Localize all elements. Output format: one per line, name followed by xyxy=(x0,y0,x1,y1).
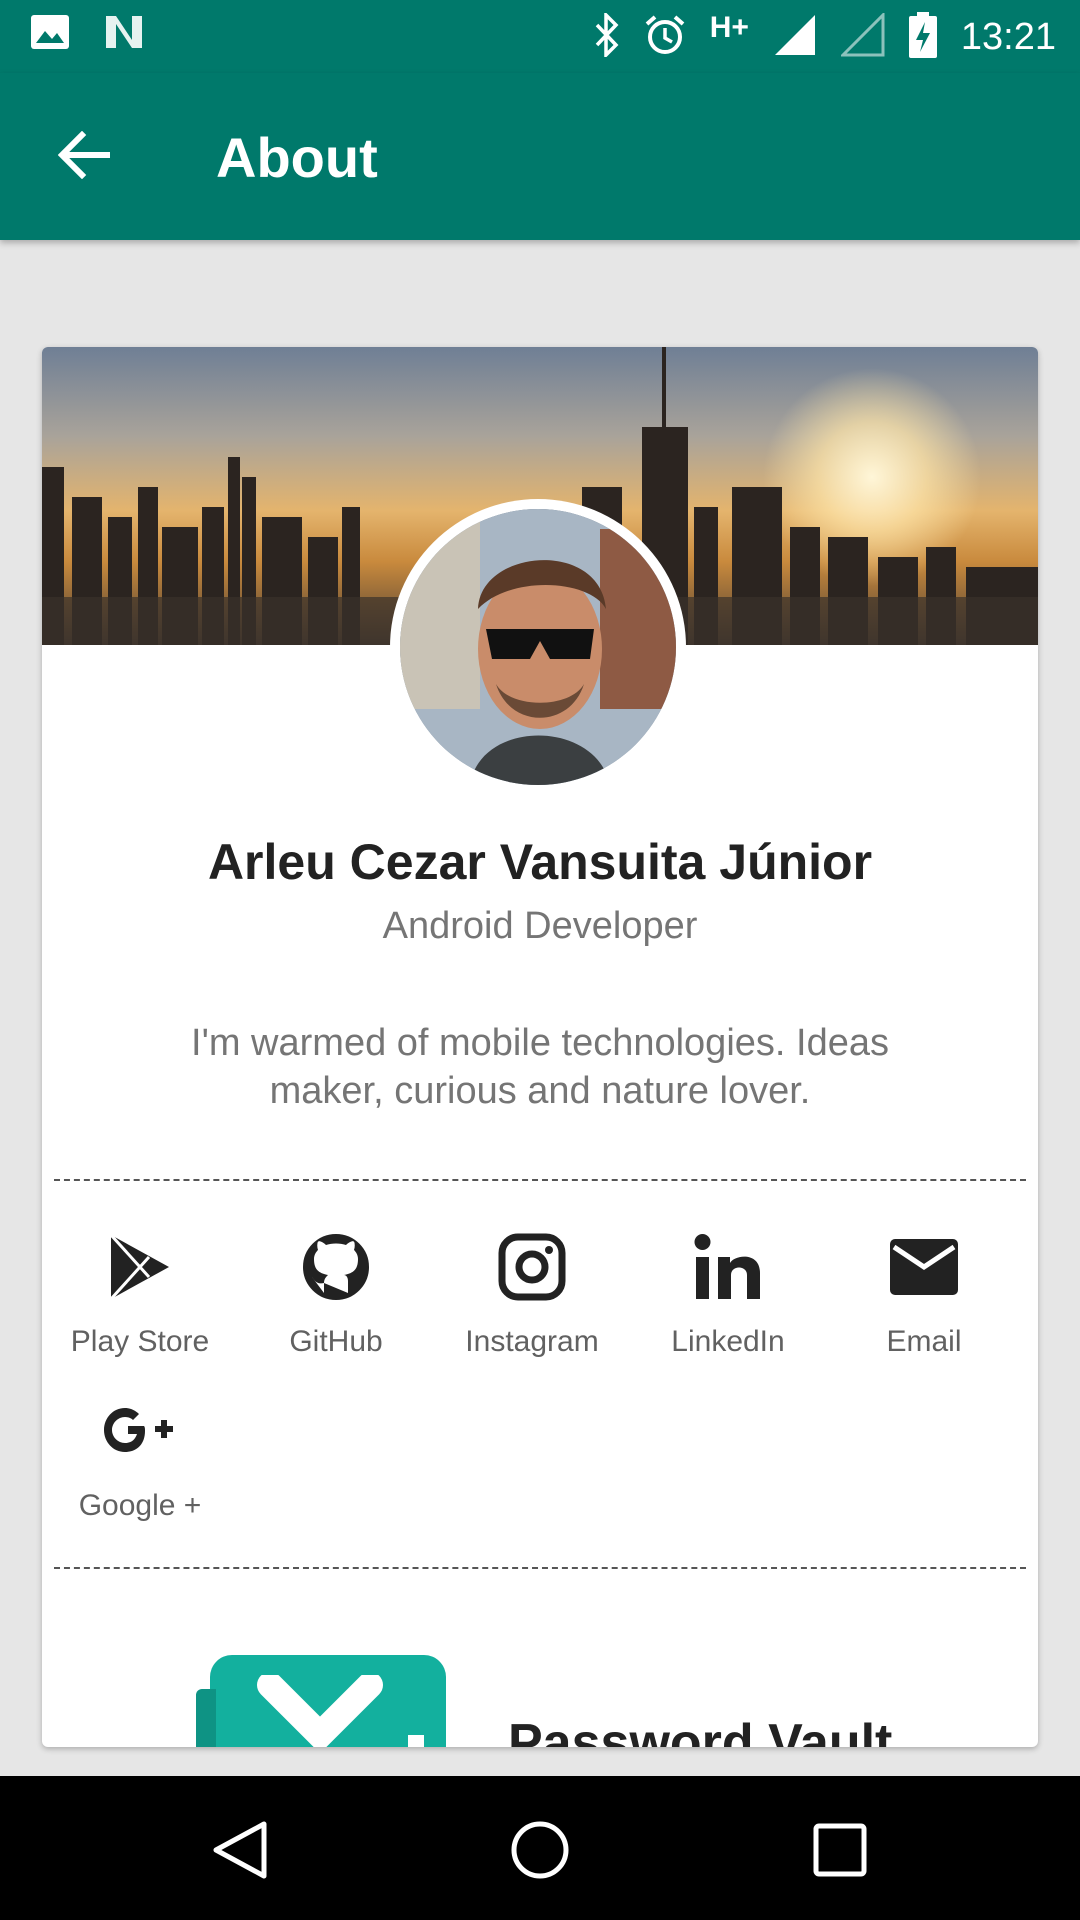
google-plus-icon xyxy=(42,1391,238,1471)
signal-empty-icon xyxy=(839,10,885,62)
link-linkedin[interactable]: LinkedIn xyxy=(630,1227,826,1359)
recents-square-icon xyxy=(813,1823,867,1882)
nav-recents-button[interactable] xyxy=(800,1812,880,1892)
app-title: Password Vault xyxy=(508,1714,893,1747)
back-triangle-icon xyxy=(212,1820,268,1885)
arrow-back-icon xyxy=(57,130,111,184)
signal-icon xyxy=(773,13,817,62)
link-email[interactable]: Email xyxy=(826,1227,1022,1359)
status-bar: H+ 13:21 xyxy=(0,0,1080,73)
link-label: Email xyxy=(886,1325,962,1358)
profile-bio: I'm warmed of mobile technologies. Ideas… xyxy=(191,1022,889,1112)
link-github[interactable]: GitHub xyxy=(238,1227,434,1359)
profile-role: Android Developer xyxy=(382,905,698,947)
clock: 13:21 xyxy=(960,15,1056,58)
profile-card: Arleu Cezar Vansuita Júnior Android Deve… xyxy=(42,347,1038,1747)
link-label: Google + xyxy=(78,1489,202,1522)
link-label: Play Store xyxy=(70,1325,210,1358)
nav-back-button[interactable] xyxy=(200,1812,280,1892)
divider xyxy=(54,1179,1026,1181)
link-play-store[interactable]: Play Store xyxy=(42,1227,238,1359)
app-bar: About xyxy=(0,73,1080,240)
profile-name: Arleu Cezar Vansuita Júnior xyxy=(207,834,873,890)
divider xyxy=(54,1567,1026,1569)
link-label: GitHub xyxy=(289,1325,383,1358)
page-title: About xyxy=(216,126,378,189)
linkedin-icon xyxy=(630,1227,826,1307)
avatar xyxy=(390,499,686,795)
alarm-icon xyxy=(644,14,686,61)
link-label: Instagram xyxy=(465,1325,599,1358)
image-icon xyxy=(30,14,70,55)
link-google-plus[interactable]: Google + xyxy=(42,1391,238,1523)
bluetooth-icon xyxy=(594,10,620,62)
n-icon xyxy=(104,14,144,55)
password-vault-icon xyxy=(196,1655,446,1747)
instagram-icon xyxy=(434,1227,630,1307)
nav-home-button[interactable] xyxy=(500,1812,580,1892)
play-store-icon xyxy=(42,1227,238,1307)
navigation-bar xyxy=(0,1776,1080,1920)
email-icon xyxy=(826,1227,1022,1307)
link-instagram[interactable]: Instagram xyxy=(434,1227,630,1359)
link-label: LinkedIn xyxy=(671,1325,785,1358)
home-circle-icon xyxy=(510,1820,570,1885)
github-icon xyxy=(238,1227,434,1307)
network-type: H+ xyxy=(709,11,749,44)
back-button[interactable] xyxy=(46,119,122,195)
battery-charging-icon xyxy=(908,11,937,63)
